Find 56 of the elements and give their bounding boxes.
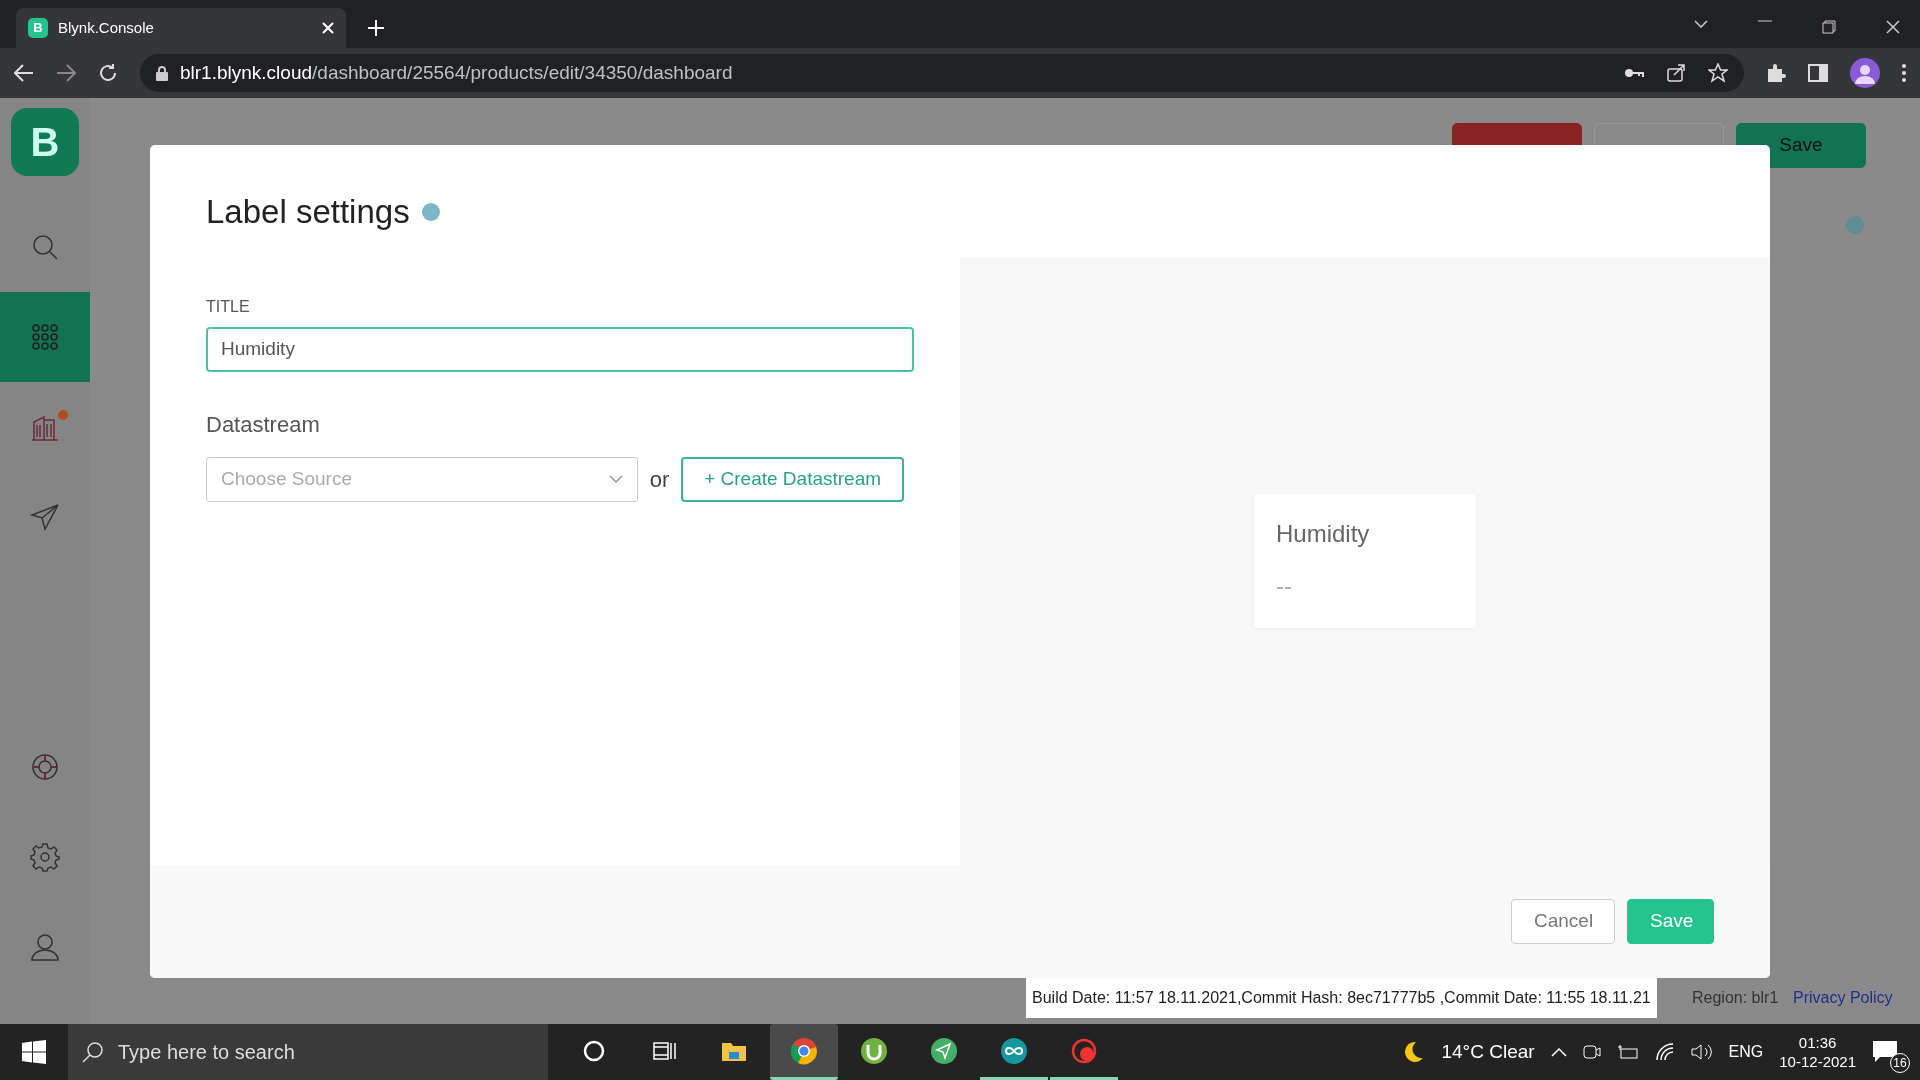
record-icon — [1070, 1036, 1098, 1065]
new-tab-icon[interactable] — [368, 20, 384, 36]
sidebar-item[interactable] — [0, 292, 90, 382]
search-icon — [82, 1041, 104, 1063]
search-icon — [30, 232, 60, 262]
chevron-up-icon[interactable] — [1550, 1047, 1567, 1057]
url-text: blr1.blynk.cloud/dashboard/25564/products/edit/34350/dashboard — [180, 60, 733, 85]
preview-value: -- — [1276, 571, 1293, 601]
weather-text[interactable]: 14°C Clear — [1441, 1037, 1535, 1067]
side-panel-icon[interactable] — [1808, 64, 1828, 82]
camera-icon[interactable] — [1582, 1043, 1601, 1061]
infinity-icon — [1000, 1036, 1028, 1065]
chrome-icon — [790, 1036, 818, 1065]
region-label: Region: blr1 — [1692, 988, 1779, 1008]
lock-icon — [156, 65, 168, 81]
build-info: Build Date: 11:57 18.11.2021,Commit Hash: 8ec71777b5 ,Commit Date: 11:55 18.11.21 — [1026, 978, 1657, 1018]
cancel-button[interactable]: Cancel — [1511, 899, 1615, 944]
browser-tab[interactable]: B Blynk.Console — [16, 8, 346, 48]
reload-icon[interactable] — [98, 63, 118, 83]
paper-plane-icon — [30, 502, 60, 532]
tab-title: Blynk.Console — [58, 17, 155, 38]
logo[interactable]: B — [11, 108, 79, 176]
user-icon — [30, 932, 60, 962]
restore-icon[interactable] — [1822, 20, 1836, 34]
speaker-icon[interactable] — [1690, 1043, 1713, 1061]
windows-start-icon[interactable] — [22, 1040, 46, 1064]
utorrent-icon — [860, 1036, 888, 1065]
preview-title: Humidity — [1276, 519, 1371, 549]
chevron-icon — [608, 475, 623, 483]
close-icon[interactable] — [1886, 20, 1900, 34]
taskbar-search-field[interactable]: Type here to search — [68, 1024, 548, 1080]
battery-icon[interactable] — [1616, 1044, 1639, 1060]
notification-dot — [58, 410, 68, 420]
grid-icon — [30, 322, 60, 352]
menu-icon[interactable] — [1902, 64, 1906, 82]
field-label: TITLE — [206, 296, 251, 317]
dropdown-icon[interactable] — [1694, 20, 1708, 28]
wifi-icon[interactable] — [1654, 1043, 1675, 1061]
forward-icon[interactable] — [56, 64, 76, 82]
clock[interactable]: 01:36 10-12-2021 — [1779, 1032, 1856, 1072]
settings-icon — [30, 842, 60, 872]
puzzle-icon[interactable] — [1766, 63, 1786, 83]
section-label: Datastream — [206, 410, 321, 439]
avatar-icon[interactable] — [1850, 58, 1880, 88]
dialog-title: Label settings — [206, 192, 410, 232]
favicon-icon: B — [28, 18, 48, 38]
address-bar[interactable]: blr1.blynk.cloud/dashboard/25564/products/edit/34350/dashboard — [140, 54, 1744, 92]
title-input[interactable]: Humidity — [206, 326, 914, 372]
language-indicator[interactable]: ENG — [1728, 1040, 1764, 1064]
back-icon[interactable] — [14, 64, 34, 82]
star-icon[interactable] — [1708, 63, 1728, 83]
or-text: or — [649, 465, 670, 494]
key-icon[interactable] — [1624, 67, 1644, 79]
lifebuoy-icon — [30, 752, 60, 782]
share-icon[interactable] — [1666, 63, 1686, 83]
paper-plane-icon — [930, 1036, 958, 1065]
